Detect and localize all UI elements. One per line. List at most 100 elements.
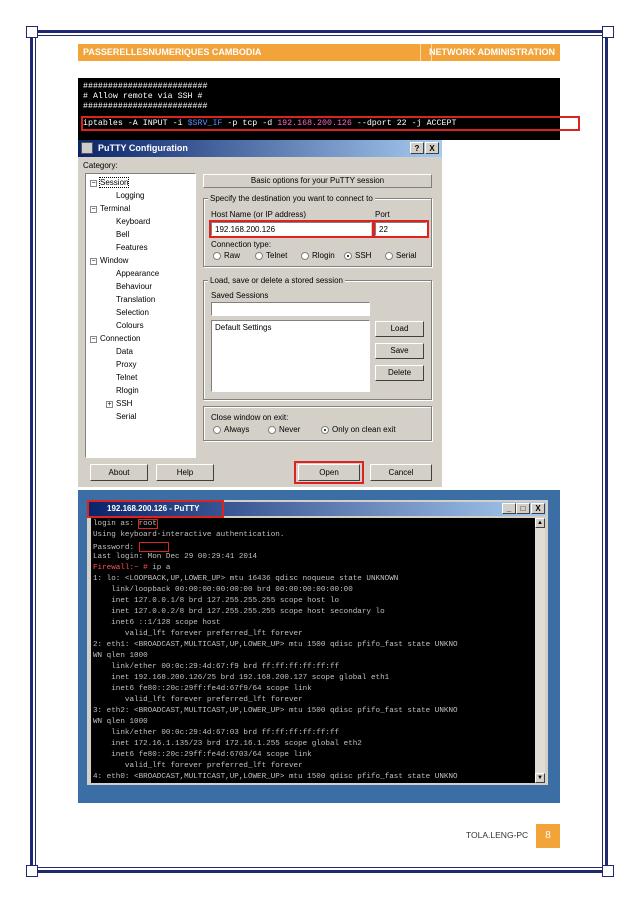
help-icon[interactable]: ? xyxy=(410,142,424,154)
password-box xyxy=(138,542,169,552)
close-icon[interactable]: X xyxy=(425,142,439,154)
category-tree[interactable]: − Session Logging − Terminal Keyboard Bell Feat… xyxy=(85,173,196,458)
frame-corner xyxy=(602,865,614,877)
help-button[interactable]: Help xyxy=(156,464,214,481)
tree-toggle-icon[interactable]: − xyxy=(90,180,97,187)
login-line: login as: root xyxy=(93,519,158,529)
tree-item[interactable]: SSH xyxy=(116,399,132,408)
tree-item[interactable]: Data xyxy=(116,347,133,356)
tree-item[interactable]: Selection xyxy=(116,308,149,317)
load-button[interactable]: Load xyxy=(375,321,424,337)
title-bar[interactable]: PuTTY Configuration ? X xyxy=(78,140,442,157)
session-list[interactable]: Default Settings xyxy=(211,320,370,392)
page-header: PASSERELLESNUMERIQUES CAMBODIA NETWORK A… xyxy=(78,44,560,61)
destination-label: Specify the destination you want to conn… xyxy=(208,194,375,203)
radio-raw[interactable] xyxy=(213,252,221,260)
command-highlight-box xyxy=(81,116,580,131)
maximize-icon[interactable]: □ xyxy=(516,503,530,514)
putty-terminal-window: 192.168.200.126 - PuTTY _ □ X login as: … xyxy=(87,500,548,785)
prompt-command: ip a xyxy=(147,564,171,572)
terminal-line: inet 127.0.0.2/8 brd 127.255.255.255 sco… xyxy=(93,608,385,616)
terminal-line: 2: eth1: <BROADCAST,MULTICAST,UP,LOWER_U… xyxy=(93,641,458,649)
saved-session-input[interactable] xyxy=(211,302,370,316)
putty-icon xyxy=(81,142,93,154)
tree-item[interactable]: Translation xyxy=(116,295,155,304)
port-highlight-box xyxy=(373,220,429,238)
tree-item[interactable]: Proxy xyxy=(116,360,136,369)
radio-label: Only on clean exit xyxy=(332,425,396,434)
terminal-line: inet6 fe80::20c:29ff:fe4d:6703/64 scope … xyxy=(93,751,312,759)
terminal-line: inet 192.168.200.126/25 brd 192.168.200.… xyxy=(93,674,390,682)
comment-line: # Allow remote via SSH # xyxy=(83,92,203,101)
scrollbar[interactable]: ▲ ▼ xyxy=(535,518,545,783)
terminal-line: WN qlen 1000 xyxy=(93,718,148,726)
terminal-line: Using keyboard-interactive authenticatio… xyxy=(93,531,285,539)
session-group-label: Load, save or delete a stored session xyxy=(208,276,345,285)
terminal-line: inet6 fe80::20c:29ff:fe4d:67f9/64 scope … xyxy=(93,685,312,693)
tree-item[interactable]: Window xyxy=(100,256,128,265)
tree-item[interactable]: Behaviour xyxy=(116,282,152,291)
frame-corner xyxy=(602,26,614,38)
tree-item[interactable]: Keyboard xyxy=(116,217,150,226)
tree-item[interactable]: Terminal xyxy=(100,204,130,213)
tree-item[interactable]: Rlogin xyxy=(116,386,139,395)
panel-title: Basic options for your PuTTY session xyxy=(203,174,432,188)
scroll-down-icon[interactable]: ▼ xyxy=(535,773,545,783)
radio-telnet[interactable] xyxy=(255,252,263,260)
prompt: Firewall:~ # xyxy=(93,564,148,572)
tree-item[interactable]: Bell xyxy=(116,230,129,239)
radio-label: Serial xyxy=(396,251,417,260)
close-icon[interactable]: X xyxy=(531,503,545,514)
terminal-line: valid_lft forever preferred_lft forever xyxy=(93,762,303,770)
password-prefix: Password: xyxy=(93,544,139,552)
radio-clean-exit[interactable] xyxy=(321,426,329,434)
tree-item[interactable]: Telnet xyxy=(116,373,137,382)
terminal-line: inet6 ::1/128 scope host xyxy=(93,619,221,627)
radio-serial[interactable] xyxy=(385,252,393,260)
terminal-line: valid_lft forever preferred_lft forever xyxy=(93,696,303,704)
password-line: Password: xyxy=(93,542,169,552)
terminal-screen[interactable]: login as: root Password: Firewall:~ # ip… xyxy=(91,518,535,783)
radio-rlogin[interactable] xyxy=(301,252,309,260)
terminal-line: valid_lft forever preferred_lft forever xyxy=(93,630,303,638)
terminal-line: inet 172.16.1.135/23 brd 172.16.1.255 sc… xyxy=(93,740,362,748)
tree-item[interactable]: Features xyxy=(116,243,148,252)
tree-item[interactable]: Serial xyxy=(116,412,136,421)
frame-corner xyxy=(26,26,38,38)
page-number: 8 xyxy=(536,824,560,848)
session-item[interactable]: Default Settings xyxy=(215,323,366,332)
tree-item[interactable]: Session xyxy=(98,177,130,188)
close-window-group xyxy=(203,406,432,441)
tree-item[interactable]: Connection xyxy=(100,334,140,343)
delete-button[interactable]: Delete xyxy=(375,365,424,381)
putty-config-window: PuTTY Configuration ? X Category: − Sessi… xyxy=(78,140,442,487)
close-window-label: Close window on exit: xyxy=(211,413,289,422)
tree-toggle-icon[interactable]: − xyxy=(90,206,97,213)
iptables-terminal: ######################### # Allow remote… xyxy=(78,78,580,140)
tree-item[interactable]: Logging xyxy=(116,191,144,200)
conn-type-label: Connection type: xyxy=(211,240,272,249)
tree-toggle-icon[interactable]: − xyxy=(90,336,97,343)
prompt-line: Firewall:~ # ip a xyxy=(93,564,170,572)
radio-ssh[interactable] xyxy=(344,252,352,260)
login-user: root xyxy=(137,519,158,529)
cancel-button[interactable]: Cancel xyxy=(370,464,432,481)
tree-toggle-icon[interactable]: + xyxy=(106,401,113,408)
scroll-up-icon[interactable]: ▲ xyxy=(535,518,545,528)
tree-toggle-icon[interactable]: − xyxy=(90,258,97,265)
radio-label: Always xyxy=(224,425,250,434)
terminal-line: 3: eth2: <BROADCAST,MULTICAST,UP,LOWER_U… xyxy=(93,707,458,715)
tree-item[interactable]: Colours xyxy=(116,321,144,330)
radio-label: Telnet xyxy=(266,251,288,260)
tree-item[interactable]: Appearance xyxy=(116,269,159,278)
save-button[interactable]: Save xyxy=(375,343,424,359)
port-label: Port xyxy=(375,210,390,219)
about-button[interactable]: About xyxy=(90,464,148,481)
radio-label: Rlogin xyxy=(312,251,335,260)
radio-always[interactable] xyxy=(213,426,221,434)
radio-never[interactable] xyxy=(268,426,276,434)
open-highlight-box xyxy=(294,461,364,484)
minimize-icon[interactable]: _ xyxy=(502,503,516,514)
comment-line: ######################### xyxy=(83,82,208,91)
title-highlight-box xyxy=(87,500,224,518)
